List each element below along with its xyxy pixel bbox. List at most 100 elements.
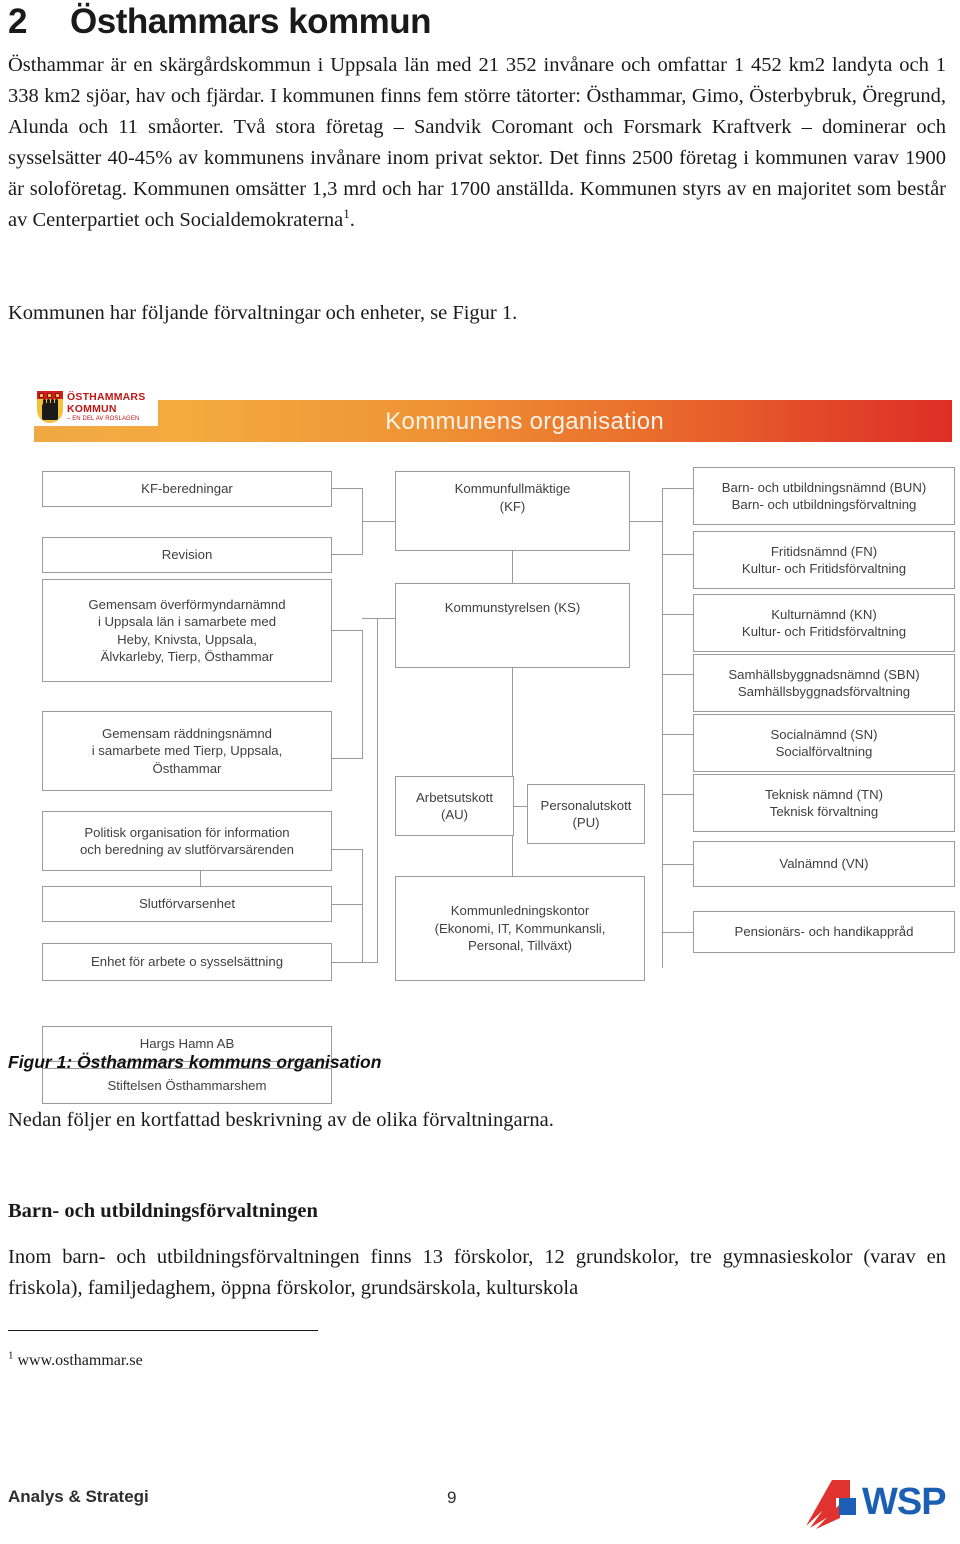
org-box-label-line: Personalutskott — [540, 797, 632, 813]
intro-paragraph-2-block: Kommunen har följande förvaltningar och … — [8, 298, 946, 329]
connector-left-trunk-b — [362, 630, 363, 758]
org-box-personalutskott[interactable]: Personalutskott (PU) — [527, 784, 645, 844]
org-box-socialnamnd[interactable]: Socialnämnd (SN) Socialförvaltning — [693, 714, 955, 772]
org-box-label-line: Samhällsbyggnadsförvaltning — [737, 684, 911, 699]
org-box-kommunledningskontor[interactable]: Kommunledningskontor (Ekonomi, IT, Kommu… — [395, 876, 645, 981]
section-paragraph-block: Inom barn- och utbildningsförvaltningen … — [8, 1242, 946, 1304]
org-box-label-line: Samhällsbyggnadsnämnd (SBN) — [728, 666, 920, 682]
connector-left-b-2 — [331, 758, 363, 759]
org-box-label-line: Heby, Knivsta, Uppsala, — [117, 631, 257, 647]
org-box-label-line: Gemensam räddningsnämnd — [101, 725, 273, 741]
org-box-slutforvarsenhet[interactable]: Slutförvarsenhet — [42, 886, 332, 922]
page-title: 2 Östhammars kommun — [8, 2, 432, 42]
logo-line-2: KOMMUN — [67, 402, 117, 415]
footnote-separator — [8, 1330, 318, 1332]
figure-banner: Kommunens organisation — [34, 400, 952, 442]
connector-politisk-slutforvar — [200, 871, 201, 886]
connector-left-master — [377, 618, 378, 962]
connector-left-trunk-c — [362, 849, 363, 962]
connector-left-master-top — [362, 618, 378, 619]
organization-chart-figure: Kommunens organisation ÖSTHAMMARS KOMMUN… — [22, 386, 955, 1104]
connector-right-8 — [662, 932, 693, 933]
org-box-label: Valnämnd (VN) — [779, 856, 869, 872]
org-box-valnamnd[interactable]: Valnämnd (VN) — [693, 841, 955, 887]
intro-text-end: . — [349, 209, 355, 231]
org-box-revision[interactable]: Revision — [42, 537, 332, 573]
org-box-gemensam-raddningsnamnd[interactable]: Gemensam räddningsnämnd i samarbete med … — [42, 711, 332, 791]
org-box-label: Pensionärs- och handikappråd — [734, 924, 914, 940]
connector-left-a-2 — [331, 554, 363, 555]
figure-caption: Figur 1: Östhammars kommuns organisation — [8, 1052, 382, 1072]
intro-paragraph-block: Östhammar är en skärgårdskommun i Uppsal… — [8, 50, 946, 236]
org-box-label-line: i Uppsala län i samarbete med — [97, 614, 277, 629]
connector-kf-right — [630, 521, 662, 522]
connector-left-c-1 — [331, 849, 363, 850]
document-page: 2 Östhammars kommun Östhammar är en skärg… — [0, 0, 960, 1544]
figure-banner-title: Kommunens organisation — [385, 408, 664, 435]
after-caption-block: Nedan följer en kortfattad beskrivning a… — [8, 1105, 946, 1136]
footnote-marker: 1 — [8, 1349, 14, 1362]
intro-paragraph: Östhammar är en skärgårdskommun i Uppsal… — [8, 50, 946, 236]
org-box-label-line: och beredning av slutförvarsärenden — [79, 842, 295, 857]
intro-paragraph-2: Kommunen har följande förvaltningar och … — [8, 302, 518, 324]
connector-left-a-to-kf — [362, 521, 395, 522]
logo-line-3: – EN DEL AV ROSLAGEN — [67, 416, 140, 422]
org-box-kommunstyrelsen[interactable]: Kommunstyrelsen (KS) — [395, 583, 630, 668]
connector-right-6 — [662, 794, 693, 795]
connector-left-master-bottom — [362, 962, 378, 963]
org-box-arbetsutskott[interactable]: Arbetsutskott (AU) — [395, 776, 514, 836]
org-box-label-line: Personal, Tillväxt) — [467, 938, 573, 954]
footnote: 1 www.osthammar.se — [8, 1349, 143, 1370]
org-box-enhet-arbete-sysselsattning[interactable]: Enhet för arbete o sysselsättning — [42, 943, 332, 981]
org-box-label-line: Fritidsnämnd (FN) — [770, 543, 878, 559]
org-box-label-line: Arbetsutskott — [416, 789, 493, 805]
org-box-label-line: Kommunledningskontor — [450, 903, 590, 919]
wsp-logo: WSP — [802, 1472, 952, 1530]
org-box-label-line: (PU) — [572, 815, 600, 830]
connector-right-7 — [662, 864, 693, 865]
org-box-politisk-organisation[interactable]: Politisk organisation för information oc… — [42, 811, 332, 871]
connector-right-4 — [662, 674, 693, 675]
section-paragraph: Inom barn- och utbildningsförvaltningen … — [8, 1246, 946, 1299]
org-box-label: Hargs Hamn AB — [139, 1036, 235, 1052]
wsp-logo-icon: WSP — [806, 1480, 947, 1529]
footer-label: Analys & Strategi — [8, 1487, 149, 1506]
after-caption-paragraph: Nedan följer en kortfattad beskrivning a… — [8, 1109, 554, 1131]
org-box-label-line: Kommunfullmäktige — [454, 481, 571, 496]
org-box-gemensam-overformyndarnamnd[interactable]: Gemensam överförmyndarnämnd i Uppsala lä… — [42, 579, 332, 682]
org-box-samhallsbyggnadsnamnd[interactable]: Samhällsbyggnadsnämnd (SBN) Samhällsbygg… — [693, 654, 955, 712]
svg-text:WSP: WSP — [862, 1481, 946, 1523]
org-box-label-line: Socialnämnd (SN) — [770, 726, 878, 742]
connector-right-2 — [662, 554, 693, 555]
org-box-stiftelsen-osthammarshem[interactable]: Stiftelsen Östhammarshem — [42, 1068, 332, 1104]
org-box-label-line: (AU) — [440, 807, 469, 822]
org-box-label-line: Gemensam överförmyndarnämnd — [88, 596, 286, 612]
connector-left-a-1 — [331, 488, 363, 489]
org-box-label-line: Politisk organisation för information — [84, 824, 290, 840]
connector-kf-ks — [512, 551, 513, 583]
org-box-kulturnamnd[interactable]: Kulturnämnd (KN) Kultur- och Fritidsförv… — [693, 594, 955, 652]
footnote-text: www.osthammar.se — [17, 1352, 143, 1369]
org-box-kommunfullmaktige[interactable]: Kommunfullmäktige (KF) — [395, 471, 630, 551]
org-box-kf-beredningar[interactable]: KF-beredningar — [42, 471, 332, 507]
connector-left-c-3 — [331, 962, 363, 963]
org-box-label: Slutförvarsenhet — [138, 896, 236, 912]
org-box-pensionars-handikapprad[interactable]: Pensionärs- och handikappråd — [693, 911, 955, 953]
org-box-label: Stiftelsen Östhammarshem — [107, 1078, 267, 1094]
connector-ks-trunk — [512, 668, 513, 876]
org-box-label-line: Teknisk förvaltning — [769, 804, 879, 819]
org-box-label: KF-beredningar — [141, 481, 233, 497]
org-box-fritidsnamnd[interactable]: Fritidsnämnd (FN) Kultur- och Fritidsför… — [693, 531, 955, 589]
org-box-teknisk-namnd[interactable]: Teknisk nämnd (TN) Teknisk förvaltning — [693, 774, 955, 832]
org-box-label-line: Barn- och utbildningsförvaltning — [731, 497, 917, 512]
org-box-label-line: Kultur- och Fritidsförvaltning — [741, 561, 907, 576]
org-box-label-line: Kulturnämnd (KN) — [771, 606, 877, 622]
chapter-number: 2 — [8, 2, 27, 41]
osthammars-kommun-logo: ÖSTHAMMARS KOMMUN – EN DEL AV ROSLAGEN — [34, 388, 158, 426]
org-box-label: Enhet för arbete o sysselsättning — [90, 954, 284, 970]
org-box-label: Kommunstyrelsen (KS) — [444, 600, 581, 615]
connector-left-b-1 — [331, 630, 363, 631]
org-box-barn-utbildningsnamnd[interactable]: Barn- och utbildningsnämnd (BUN) Barn- o… — [693, 467, 955, 525]
page-number: 9 — [447, 1488, 457, 1507]
connector-right-3 — [662, 614, 693, 615]
